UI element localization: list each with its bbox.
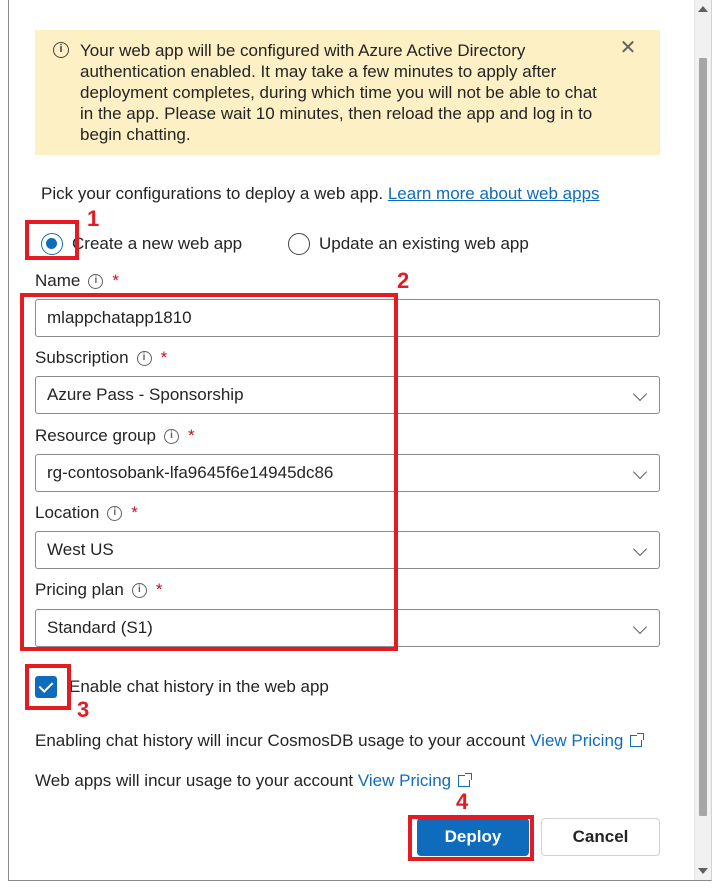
scroll-up-arrow-icon[interactable] [698,6,708,12]
cosmos-view-pricing-link[interactable]: View Pricing [530,731,623,750]
webapp-view-pricing-link[interactable]: View Pricing [358,771,451,790]
chevron-down-icon [632,386,648,402]
annotation-number-3: 3 [77,697,90,722]
scroll-thumb[interactable] [699,58,707,816]
annotation-number-1: 1 [87,206,100,231]
annotation-number-2: 2 [397,268,410,293]
annotation-box-2 [20,293,398,651]
scrollbar[interactable] [694,0,711,880]
cancel-button[interactable]: Cancel [541,818,660,856]
cosmos-usage-note: Enabling chat history will incur CosmosD… [35,731,645,751]
radio-update-existing[interactable]: Update an existing web app [288,233,529,255]
chevron-down-icon [632,541,648,557]
usage-note-text: Web apps will incur usage to your accoun… [35,771,354,790]
intro-text: Pick your configurations to deploy a web… [41,184,600,204]
annotation-number-4: 4 [456,789,469,814]
annotation-box-3 [25,664,71,710]
radio-button-unselected[interactable] [288,233,310,255]
intro-label: Pick your configurations to deploy a web… [41,184,384,203]
chevron-down-icon [632,619,648,635]
info-banner: i Your web app will be configured with A… [35,30,660,155]
external-link-icon [630,733,645,747]
radio-update-label: Update an existing web app [319,234,529,253]
radio-create-label: Create a new web app [72,234,243,253]
scroll-down-arrow-icon[interactable] [698,868,708,874]
chat-history-label: Enable chat history in the web app [69,677,329,696]
cosmos-note-text: Enabling chat history will incur CosmosD… [35,731,526,750]
info-icon[interactable]: i [88,273,104,289]
annotation-box-1 [25,220,79,260]
name-label: Name i * [35,271,119,290]
info-icon: i [53,42,69,58]
chevron-down-icon [632,464,648,480]
close-icon[interactable]: ✕ [618,38,638,58]
learn-more-link[interactable]: Learn more about web apps [388,184,600,203]
annotation-box-4 [408,815,534,861]
external-link-icon [458,773,473,787]
required-marker: * [112,271,119,290]
banner-message: Your web app will be configured with Azu… [80,41,597,144]
webapp-usage-note: Web apps will incur usage to your accoun… [35,771,473,791]
